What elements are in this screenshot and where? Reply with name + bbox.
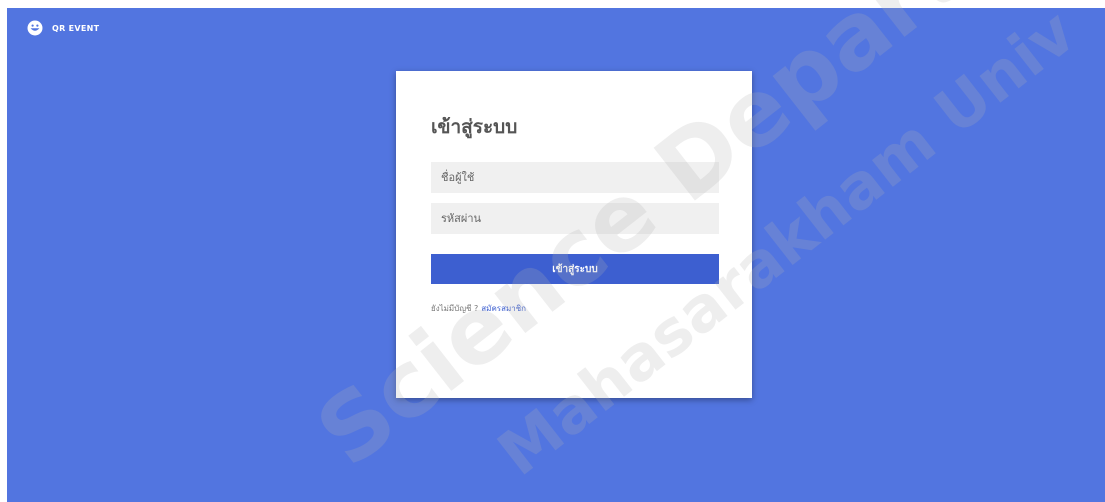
brand-name: QR EVENT	[52, 23, 100, 33]
login-button[interactable]: เข้าสู่ระบบ	[431, 254, 719, 284]
signup-prompt: ยังไม่มีบัญชี ?	[431, 304, 479, 313]
brand[interactable]: QR EVENT	[27, 20, 99, 36]
password-input[interactable]	[431, 203, 719, 234]
username-input[interactable]	[431, 162, 719, 193]
app-background: QR EVENT เข้าสู่ระบบ เข้าสู่ระบบ ยังไม่ม…	[7, 8, 1105, 502]
login-card: เข้าสู่ระบบ เข้าสู่ระบบ ยังไม่มีบัญชี ?ส…	[396, 71, 752, 398]
signup-row: ยังไม่มีบัญชี ? สมัครสมาชิก	[431, 302, 526, 315]
signup-link[interactable]: สมัครสมาชิก	[481, 304, 526, 313]
smiley-logo-icon	[27, 20, 43, 36]
login-title: เข้าสู่ระบบ	[431, 116, 518, 138]
